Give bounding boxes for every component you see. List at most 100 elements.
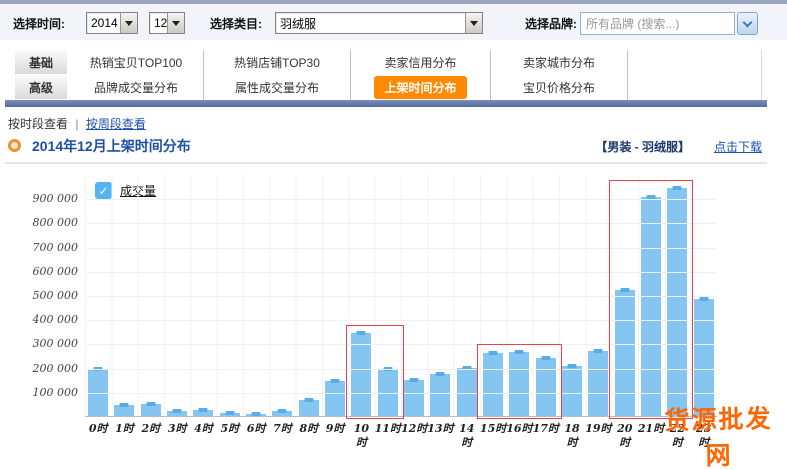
x-tick-label: 18时: [559, 422, 585, 450]
tab-listing-time[interactable]: 上架时间分布: [350, 75, 490, 100]
x-tick-label: 5时: [217, 422, 243, 450]
category-select[interactable]: 羽绒服: [275, 12, 483, 34]
bar-cap: [173, 409, 182, 413]
page: 选择时间: 2014 12 选择类目: 羽绒服 选择品牌: 所有品牌 (搜索..…: [0, 0, 787, 470]
tab-attribute-volume[interactable]: 属性成交量分布: [203, 75, 350, 100]
tab-seller-credit[interactable]: 卖家信用分布: [350, 50, 490, 75]
x-tick-label: 16时: [506, 422, 532, 450]
x-tick-label: 15时: [480, 422, 506, 450]
y-tick-label: 800 000: [0, 216, 78, 229]
filter-bar: 选择时间: 2014 12 选择类目: 羽绒服 选择品牌: 所有品牌 (搜索..…: [0, 4, 787, 40]
view-switch: 按时段查看 | 按周段查看: [8, 115, 146, 132]
category-select-value: 羽绒服: [276, 15, 465, 32]
highlight-box: [477, 344, 562, 419]
bullet-icon: [8, 139, 21, 152]
bar-chart: ✓ 成交量 100 000200 000300 000400 000500 00…: [0, 170, 787, 470]
y-tick-label: 400 000: [0, 313, 78, 326]
basic-tab-row: 基础 热销宝贝TOP100 热销店铺TOP30 卖家信用分布 卖家城市分布: [15, 50, 761, 75]
bar-cap: [199, 408, 208, 412]
view-by-time[interactable]: 按时段查看: [8, 117, 68, 131]
y-tick-label: 600 000: [0, 265, 78, 278]
brand-search-input[interactable]: 所有品牌 (搜索...): [580, 12, 735, 35]
dropdown-arrow-icon[interactable]: [465, 13, 482, 33]
x-axis-labels: 0时1时2时3时4时5时6时7时8时9时10时11时12时13时14时15时16…: [85, 422, 717, 450]
volume-bar[interactable]: [404, 380, 424, 416]
y-tick-label: 700 000: [0, 241, 78, 254]
tab-brand-volume[interactable]: 品牌成交量分布: [69, 75, 203, 100]
dropdown-arrow-icon[interactable]: [120, 13, 137, 33]
year-select-value: 2014: [87, 16, 120, 30]
month-select-value: 12: [150, 16, 167, 30]
y-tick-label: 200 000: [0, 362, 78, 375]
brand-filter-label: 选择品牌:: [525, 15, 577, 32]
volume-bar[interactable]: [167, 411, 187, 416]
y-tick-label: 300 000: [0, 337, 78, 350]
bar-cap: [146, 402, 155, 406]
x-tick-label: 4时: [190, 422, 216, 450]
month-select[interactable]: 12: [149, 12, 185, 34]
page-title: 2014年12月上架时间分布: [32, 136, 191, 156]
tab-hot-shops-top30[interactable]: 热销店铺TOP30: [203, 50, 350, 75]
volume-bar[interactable]: [325, 381, 345, 416]
x-tick-label: 6时: [243, 422, 269, 450]
bar-cap: [252, 412, 261, 416]
x-tick-label: 3时: [164, 422, 190, 450]
x-tick-label: 17时: [533, 422, 559, 450]
volume-bar[interactable]: [562, 366, 582, 416]
download-link[interactable]: 点击下载: [714, 138, 762, 155]
time-filter-label: 选择时间:: [13, 15, 65, 32]
tab-seller-city[interactable]: 卖家城市分布: [490, 50, 627, 75]
x-tick-label: 0时: [85, 422, 111, 450]
x-tick-label: 11时: [375, 422, 401, 450]
tab-underline-bar: [5, 100, 767, 107]
volume-bar[interactable]: [272, 411, 292, 416]
highlight-box: [346, 325, 404, 419]
bar-cap: [699, 297, 708, 301]
x-tick-label: 9时: [322, 422, 348, 450]
y-tick-label: 100 000: [0, 386, 78, 399]
x-tick-label: 7时: [269, 422, 295, 450]
divider-line: [5, 162, 767, 164]
bar-cap: [594, 349, 603, 353]
x-tick-label: 14时: [454, 422, 480, 450]
highlight-box: [609, 180, 694, 419]
chevron-down-icon: [743, 17, 753, 27]
volume-bar[interactable]: [588, 351, 608, 416]
brand-placeholder: 所有品牌 (搜索...): [586, 15, 679, 32]
year-select[interactable]: 2014: [86, 12, 138, 34]
tab-empty-cell: [627, 75, 761, 100]
volume-bar[interactable]: [141, 404, 161, 416]
x-tick-label: 8时: [296, 422, 322, 450]
bar-cap: [120, 403, 129, 407]
tab-empty-cell: [627, 50, 761, 75]
active-tab-highlight[interactable]: 上架时间分布: [374, 76, 466, 99]
volume-bar[interactable]: [220, 413, 240, 416]
volume-bar[interactable]: [193, 410, 213, 416]
bar-cap: [331, 379, 340, 383]
tab-table: 基础 热销宝贝TOP100 热销店铺TOP30 卖家信用分布 卖家城市分布 高级…: [15, 50, 762, 100]
x-tick-label: 20时: [612, 422, 638, 450]
section-header: 2014年12月上架时间分布 【男装 - 羽绒服】 点击下载: [0, 136, 770, 158]
watermark: 货源批发网 www.6pf.cn: [652, 399, 786, 470]
x-tick-label: 19时: [585, 422, 611, 450]
view-by-week-link[interactable]: 按周段查看: [86, 117, 146, 131]
tab-hot-items-top100[interactable]: 热销宝贝TOP100: [69, 50, 203, 75]
tab-item-price[interactable]: 宝贝价格分布: [490, 75, 627, 100]
x-tick-label: 13时: [427, 422, 453, 450]
volume-bar[interactable]: [430, 374, 450, 416]
volume-bar[interactable]: [694, 299, 714, 416]
bar-cap: [436, 372, 445, 376]
volume-bar[interactable]: [299, 400, 319, 416]
x-tick-label: 1时: [111, 422, 137, 450]
category-filter-label: 选择类目:: [210, 15, 262, 32]
volume-bar[interactable]: [114, 405, 134, 416]
y-tick-label: 900 000: [0, 192, 78, 205]
dropdown-arrow-icon[interactable]: [167, 13, 184, 33]
advanced-tab-row: 高级 品牌成交量分布 属性成交量分布 上架时间分布 宝贝价格分布: [15, 75, 761, 100]
bar-cap: [278, 409, 287, 413]
x-tick-label: 12时: [401, 422, 427, 450]
x-tick-label: 2时: [138, 422, 164, 450]
watermark-site-name: 货源批发网: [652, 399, 785, 470]
brand-dropdown-button[interactable]: [737, 12, 758, 35]
volume-bar[interactable]: [246, 414, 266, 416]
